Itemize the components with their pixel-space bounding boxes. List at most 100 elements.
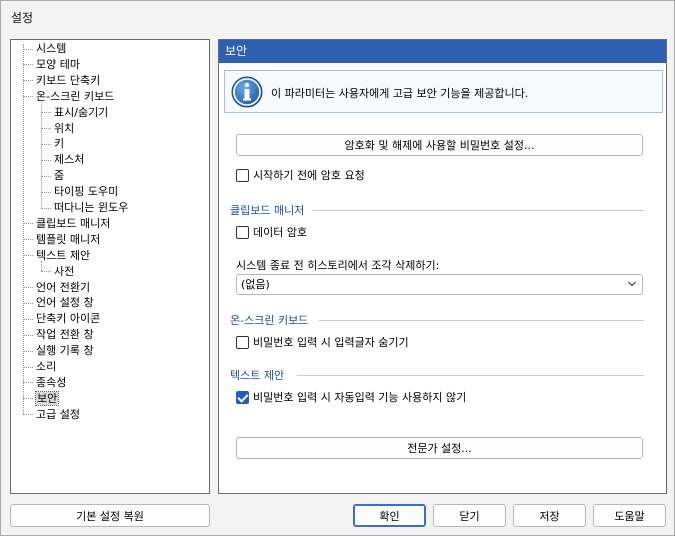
history-delete-label: 시스템 종료 전 히스토리에서 조각 삭제하기: [236, 259, 440, 272]
section-divider [297, 375, 644, 376]
tree-connector [23, 223, 33, 225]
set-password-button[interactable]: 암호화 및 해제에 사용할 비밀번호 설정... [236, 134, 643, 156]
tree-item[interactable]: 보안 [23, 390, 60, 406]
tree-item-label: 실행 기록 창 [36, 344, 94, 358]
tree-item-label: 온-스크린 키보드 [36, 89, 115, 103]
tree-connector [23, 255, 33, 257]
tree-item-label: 클립보드 매니저 [36, 216, 111, 230]
checkbox-label: 데이터 암호 [253, 226, 308, 239]
encrypt-data-checkbox[interactable]: 데이터 암호 [236, 225, 307, 241]
tree-connector [23, 80, 33, 82]
tree-item-label: 언어 전환기 [36, 280, 91, 294]
osk-section-title: 온-스크린 키보드 [230, 314, 309, 327]
no-autocomplete-password-checkbox[interactable]: 비밀번호 입력 시 자동입력 기능 사용하지 않기 [236, 390, 466, 406]
checkbox-box[interactable] [236, 336, 249, 349]
section-divider [313, 210, 644, 211]
tree-item[interactable]: 시스템 [23, 41, 66, 56]
tree-item[interactable]: 타이핑 도우미 [41, 184, 118, 199]
tree-item[interactable]: 키보드 단축키 [23, 73, 100, 88]
tree-item-label: 키보드 단축키 [36, 73, 101, 87]
chevron-down-icon [628, 281, 636, 287]
tree-connector [41, 128, 51, 129]
tree-item[interactable]: 언어 전환기 [23, 280, 90, 295]
tree-item[interactable]: 종속성 [23, 375, 66, 390]
info-icon [231, 76, 263, 108]
expert-settings-button[interactable]: 전문가 설정... [236, 437, 643, 459]
tree-item[interactable]: 소리 [23, 359, 56, 374]
close-button[interactable]: 닫기 [433, 504, 506, 527]
tree-item[interactable]: 떠다니는 윈도우 [41, 200, 128, 215]
tree-connector [41, 271, 51, 273]
tree-item-label: 소리 [36, 360, 57, 373]
tree-item-label: 텍스트 제안 [36, 248, 91, 262]
checkbox-box[interactable] [236, 169, 249, 182]
tree-connector [23, 334, 33, 336]
tree-item-label: 단축키 아이콘 [36, 312, 101, 326]
tree-item[interactable]: 실행 기록 창 [23, 343, 94, 358]
tree-item-label: 제스처 [54, 153, 85, 167]
checkbox-label: 비밀번호 입력 시 입력글자 숨기기 [253, 336, 409, 349]
tree-item-label: 시스템 [36, 42, 67, 55]
hide-password-chars-checkbox[interactable]: 비밀번호 입력 시 입력글자 숨기기 [236, 335, 409, 351]
ok-button[interactable]: 확인 [353, 504, 426, 527]
info-box: 이 파라미터는 사용자에게 고급 보안 기능을 제공합니다. [224, 70, 663, 113]
tree-connector [41, 207, 51, 209]
tree-connector [23, 64, 33, 66]
tree-item-label: 위치 [54, 121, 75, 135]
settings-tree[interactable]: 시스템모양 테마키보드 단축키온-스크린 키보드표시/숨기기위치키제스처줌타이핑… [10, 39, 210, 494]
text-suggest-section-title: 텍스트 제안 [230, 369, 285, 382]
tree-item-label: 떠다니는 윈도우 [54, 201, 129, 214]
tree-item[interactable]: 작업 전환 창 [23, 327, 94, 342]
tree-item-label: 표시/숨기기 [54, 105, 109, 119]
tree-connector [23, 318, 33, 320]
tree-item[interactable]: 사전 [41, 264, 74, 279]
tree-connector [41, 143, 51, 145]
tree-connector [23, 414, 33, 416]
tree-connector [41, 175, 51, 177]
tree-connector [23, 302, 33, 304]
restore-defaults-button[interactable]: 기본 설정 복원 [10, 504, 210, 527]
tree-item-label: 작업 전환 창 [36, 328, 94, 342]
info-text: 이 파라미터는 사용자에게 고급 보안 기능을 제공합니다. [271, 87, 529, 100]
tree-item[interactable]: 제스처 [41, 152, 84, 167]
settings-window: 설정 시스템 모양 테마 키보드 단축키 온-스크린 키보드 표시/숨기기 위치 키 제스처 줌… [0, 0, 675, 536]
clipboard-section-title: 클립보드 매니저 [230, 204, 305, 217]
tree-item[interactable]: 줌 [41, 168, 64, 183]
checkbox-label: 비밀번호 입력 시 자동입력 기능 사용하지 않기 [253, 391, 467, 404]
section-divider [319, 320, 644, 321]
tree-item[interactable]: 단축키 아이콘 [23, 311, 100, 326]
tree-item[interactable]: 고급 설정 [23, 407, 80, 422]
checkbox-box-checked[interactable] [236, 391, 249, 404]
tree-item[interactable]: 표시/숨기기 [41, 105, 108, 120]
tree-connector [23, 48, 33, 50]
tree-item-label: 줌 [54, 169, 65, 183]
tree-item[interactable]: 온-스크린 키보드 [23, 89, 114, 104]
history-delete-select[interactable]: (없음) [236, 274, 643, 295]
tree-connector [23, 350, 33, 352]
tree-connector [23, 382, 33, 384]
help-button[interactable]: 도움말 [593, 504, 666, 527]
tree-item[interactable]: 언어 설정 창 [23, 295, 94, 310]
tree-connector-line [41, 101, 42, 207]
save-button[interactable]: 저장 [513, 504, 586, 527]
tree-item-label: 모양 테마 [36, 57, 80, 71]
checkbox-label: 시작하기 전에 암호 요청 [253, 169, 365, 182]
tree-connector-line [41, 260, 42, 271]
tree-item-label: 보안 [34, 390, 60, 406]
window-title: 설정 [11, 11, 34, 25]
require-password-checkbox[interactable]: 시작하기 전에 암호 요청 [236, 168, 365, 184]
tree-item[interactable]: 텍스트 제안 [23, 248, 90, 263]
checkbox-box[interactable] [236, 226, 249, 239]
tree-connector [23, 398, 33, 400]
tree-item[interactable]: 위치 [41, 121, 74, 136]
tree-item-label: 타이핑 도우미 [54, 185, 119, 199]
tree-item[interactable]: 클립보드 매니저 [23, 216, 110, 231]
tree-item-label: 키 [54, 137, 65, 151]
tree-item-label: 고급 설정 [36, 407, 80, 421]
tree-item[interactable]: 모양 테마 [23, 57, 80, 72]
tree-item[interactable]: 키 [41, 136, 64, 151]
tree-connector [23, 239, 33, 241]
tree-connector-line [23, 44, 24, 414]
tree-item[interactable]: 템플릿 매니저 [23, 232, 100, 247]
panel-header: 보안 [219, 40, 666, 63]
